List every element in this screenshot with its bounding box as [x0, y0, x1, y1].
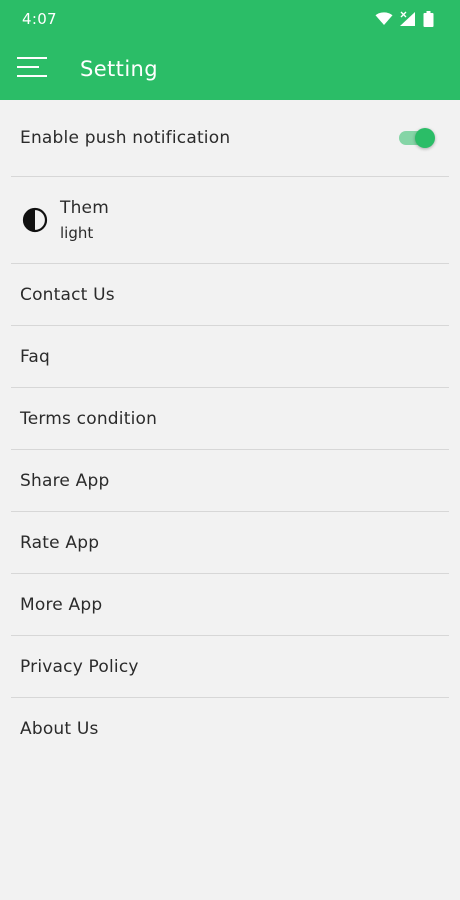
toggle-knob: [415, 128, 435, 148]
status-time: 4:07: [22, 10, 57, 28]
settings-item-about-us[interactable]: About Us: [11, 698, 449, 760]
settings-screen: 4:07 Setting Enable push notification Th…: [0, 0, 460, 900]
theme-text: Them light: [60, 198, 109, 242]
settings-item-label: Terms condition: [20, 408, 158, 429]
settings-item-privacy-policy[interactable]: Privacy Policy: [11, 636, 449, 698]
settings-item-terms-condition[interactable]: Terms condition: [11, 388, 449, 450]
settings-item-label: Privacy Policy: [20, 656, 139, 677]
push-notification-row[interactable]: Enable push notification: [11, 100, 449, 177]
settings-item-label: Faq: [20, 346, 51, 367]
settings-list: Enable push notification Them light Cont…: [0, 100, 460, 760]
contrast-icon: [22, 207, 48, 233]
settings-item-faq[interactable]: Faq: [11, 326, 449, 388]
hamburger-menu-icon: [17, 56, 47, 82]
settings-item-share-app[interactable]: Share App: [11, 450, 449, 512]
push-notification-label: Enable push notification: [20, 128, 231, 148]
theme-row[interactable]: Them light: [11, 177, 449, 264]
status-icons: [375, 11, 434, 27]
settings-item-label: Contact Us: [20, 284, 115, 305]
settings-item-contact-us[interactable]: Contact Us: [11, 264, 449, 326]
settings-item-label: Rate App: [20, 532, 100, 553]
page-title: Setting: [80, 57, 158, 81]
push-notification-toggle[interactable]: [399, 128, 435, 148]
settings-item-more-app[interactable]: More App: [11, 574, 449, 636]
settings-item-label: About Us: [20, 719, 99, 739]
wifi-icon: [375, 12, 393, 26]
theme-label: Them: [60, 198, 109, 218]
settings-item-label: Share App: [20, 470, 110, 491]
theme-value: light: [60, 224, 94, 242]
app-bar: Setting: [0, 38, 460, 100]
status-bar: 4:07: [0, 0, 460, 38]
cell-signal-icon: [399, 11, 417, 27]
settings-item-rate-app[interactable]: Rate App: [11, 512, 449, 574]
settings-item-label: More App: [20, 594, 103, 615]
battery-icon: [423, 11, 434, 27]
menu-button[interactable]: [16, 55, 48, 83]
